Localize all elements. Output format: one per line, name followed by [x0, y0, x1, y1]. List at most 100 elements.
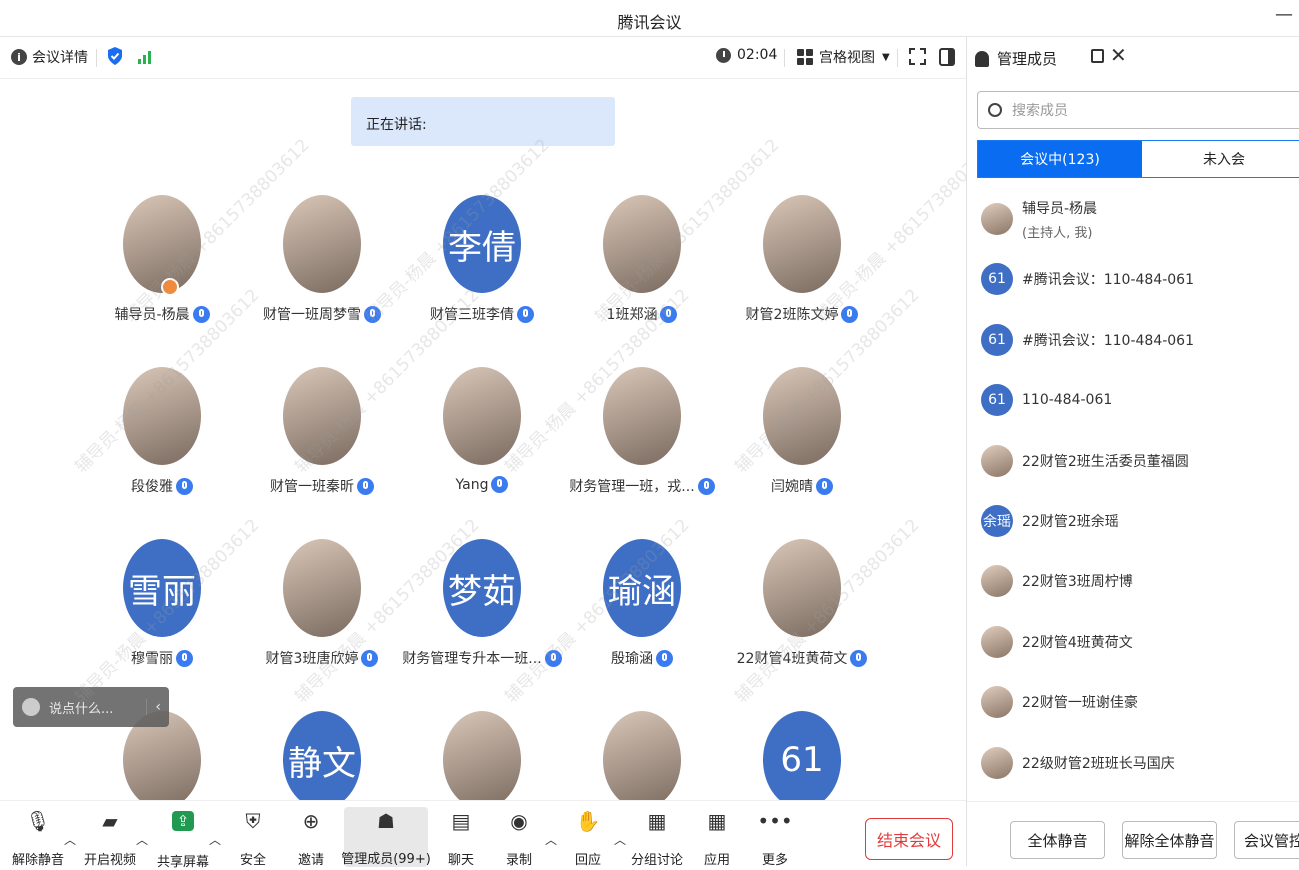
mic-status-icon [517, 305, 534, 323]
tab-not-joined[interactable]: 未入会 [1142, 141, 1299, 177]
participant-avatar [603, 367, 681, 465]
participant-avatar [123, 367, 201, 465]
toolbar-button-mic-muted[interactable]: 🎙 解除静音 [12, 807, 64, 868]
meeting-bottom-toolbar: 🎙 解除静音 ︿ ▰ 开启视频 ︿ ⇪ 共享屏幕 ︿ ⛨ 安全 ⊕ 邀请 ☗ 管理成员(99+) ▤ 聊天 ◉ 录制… [0, 800, 966, 870]
member-avatar [981, 686, 1013, 719]
participant-name-row: 财务管理一班，戎... [562, 476, 722, 496]
unmute-all-button[interactable]: 解除全体静音 [1122, 821, 1217, 859]
chevron-up-icon[interactable]: ︿ [64, 831, 76, 848]
participant-tile[interactable]: 辅导员-杨晨 [82, 195, 242, 345]
collapse-chat-icon[interactable]: ‹ [146, 699, 169, 715]
sidebar-toggle-button[interactable] [939, 48, 955, 66]
sidebar-toggle-icon [939, 48, 955, 66]
chevron-down-icon: ▼ [882, 51, 890, 63]
member-list-item[interactable]: 22级财管2班班长马国庆 [967, 733, 1299, 793]
participant-name-row: 辅导员-杨晨 [82, 304, 242, 324]
toolbar-button-share-screen[interactable]: ⇪ 共享屏幕 [157, 807, 209, 870]
mic-status-icon [176, 477, 193, 495]
participant-name: 穆雪丽 [131, 651, 173, 667]
emoji-icon[interactable] [22, 698, 40, 716]
toolbar-button-camera-off[interactable]: ▰ 开启视频 [84, 807, 136, 868]
participant-name-row: 1班郑涵 [562, 304, 722, 324]
participant-name: 财管一班秦昕 [270, 479, 354, 495]
toolbar-button-label: 聊天 [447, 853, 474, 868]
chevron-up-icon[interactable]: ︿ [614, 831, 626, 848]
participant-tile[interactable]: 22财管4班黄荷文 [722, 539, 882, 689]
participant-tile[interactable]: 闫婉晴 [722, 367, 882, 517]
end-meeting-button[interactable]: 结束会议 [865, 818, 953, 860]
mute-all-button[interactable]: 全体静音 [1010, 821, 1105, 859]
participant-tile[interactable]: 财管3班唐欣婷 [242, 539, 402, 689]
participant-tile[interactable]: Yang [402, 367, 562, 517]
participant-tile[interactable]: 1班郑涵 [562, 195, 722, 345]
participant-avatar [763, 367, 841, 465]
mic-status-icon [491, 476, 509, 493]
participant-tile[interactable]: 财管2班陈文婷 [722, 195, 882, 345]
mic-muted-icon: 🎙 [25, 809, 51, 833]
toolbar-button-label: 安全 [239, 853, 266, 868]
member-list-item[interactable]: 22财管2班生活委员董福圆 [967, 431, 1299, 491]
toolbar-button-more[interactable]: ••• 更多 [749, 807, 801, 868]
popout-icon[interactable] [1091, 49, 1104, 63]
mic-status-icon [697, 477, 715, 495]
toolbar-button-label: 共享屏幕 [157, 855, 210, 870]
member-list-item[interactable]: 余瑶 22财管2班余瑶 [967, 491, 1299, 551]
security-status-icon[interactable] [107, 46, 123, 66]
participant-tile[interactable]: 财务管理一班，戎... [562, 367, 722, 517]
participant-avatar [443, 711, 521, 809]
toolbar-button-members[interactable]: ☗ 管理成员(99+) [341, 807, 431, 867]
fullscreen-button[interactable] [909, 48, 926, 65]
member-list-item[interactable]: 22财管一班谢佳豪 [967, 672, 1299, 732]
chevron-up-icon[interactable]: ︿ [545, 831, 557, 848]
member-info: 22财管2班生活委员董福圆 [1022, 451, 1189, 471]
meeting-details-button[interactable]: i 会议详情 [11, 47, 88, 67]
toolbar-button-invite[interactable]: ⊕ 邀请 [285, 807, 337, 868]
window-titlebar: 腾讯会议 — [0, 0, 1299, 37]
participant-avatar [283, 539, 361, 637]
participant-tile[interactable]: 瑜涵 殷瑜涵 [562, 539, 722, 689]
participant-tile[interactable]: 财管一班秦昕 [242, 367, 402, 517]
member-tabs: 会议中(123) 未入会 [977, 140, 1299, 178]
toolbar-button-shield[interactable]: ⛨ 安全 [227, 807, 279, 868]
member-list-item[interactable]: 22财管4班黄荷文 [967, 612, 1299, 672]
member-info: #腾讯会议：110-484-061 [1022, 330, 1194, 350]
meeting-top-toolbar: i 会议详情 02:04 宫格视图 ▼ [0, 37, 966, 79]
member-list-item[interactable]: 61 #腾讯会议：110-484-061 [967, 310, 1299, 370]
participant-avatar [763, 539, 841, 637]
mic-status-icon [656, 649, 673, 667]
participant-tile[interactable]: 梦茹 财务管理专升本一班... [402, 539, 562, 689]
chevron-up-icon[interactable]: ︿ [136, 831, 148, 848]
participant-avatar [283, 367, 361, 465]
participant-name-row: 财管三班李倩 [402, 304, 562, 324]
members-panel: 管理成员 ✕ 搜索成员 会议中(123) 未入会 辅导员-杨晨 (主持人, 我) 6… [966, 37, 1299, 866]
chat-icon: ▤ [451, 809, 471, 833]
mic-status-icon [361, 649, 379, 667]
member-list-item[interactable]: 22财管3班周柠博 [967, 551, 1299, 611]
toolbar-button-reaction[interactable]: ✋ 回应 [562, 807, 614, 868]
chevron-up-icon[interactable]: ︿ [209, 831, 221, 848]
member-list-item[interactable]: 辅导员-杨晨 (主持人, 我) [967, 189, 1299, 249]
toolbar-button-chat[interactable]: ▤ 聊天 [435, 807, 487, 868]
member-list-item[interactable]: 61 110-484-061 [967, 370, 1299, 430]
meeting-control-button[interactable]: 会议管控 [1234, 821, 1299, 859]
member-info: 22财管4班黄荷文 [1022, 632, 1133, 652]
toolbar-button-record[interactable]: ◉ 录制 [493, 807, 545, 868]
member-name: 22财管3班周柠博 [1022, 574, 1133, 591]
close-icon[interactable]: ✕ [1110, 43, 1127, 67]
member-search-input[interactable]: 搜索成员 [977, 91, 1299, 129]
active-speaker-banner: 正在讲话: [351, 97, 615, 146]
member-list-item[interactable]: 61 #腾讯会议：110-484-061 [967, 249, 1299, 309]
toolbar-button-breakout[interactable]: ▦ 分组讨论 [631, 807, 683, 868]
minimize-button[interactable]: — [1275, 4, 1293, 25]
member-avatar: 余瑶 [981, 505, 1013, 537]
participant-name-row: Yang [402, 476, 562, 493]
signal-strength-icon[interactable] [137, 50, 153, 64]
participant-tile[interactable]: 财管一班周梦雪 [242, 195, 402, 345]
tab-in-meeting[interactable]: 会议中(123) [978, 141, 1142, 177]
participant-tile[interactable]: 段俊雅 [82, 367, 242, 517]
participant-tile[interactable]: 李倩 财管三班李倩 [402, 195, 562, 345]
view-mode-dropdown[interactable]: 宫格视图 ▼ [797, 47, 890, 67]
quick-chat-input[interactable]: 说点什么... ‹ [13, 687, 169, 727]
toolbar-button-apps[interactable]: ▦ 应用 [691, 807, 743, 868]
participant-tile[interactable]: 雪丽 穆雪丽 [82, 539, 242, 689]
